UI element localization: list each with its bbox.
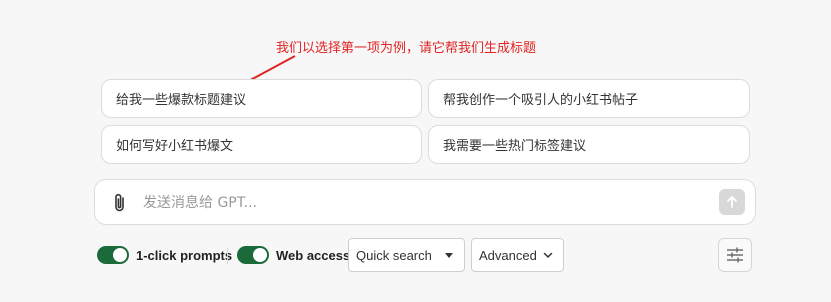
- caret-down-icon: [445, 253, 453, 258]
- search-mode-select[interactable]: Quick search: [348, 238, 465, 272]
- send-button[interactable]: [719, 189, 745, 215]
- paperclip-icon[interactable]: [111, 192, 129, 214]
- suggestion-label: 帮我创作一个吸引人的小红书帖子: [443, 93, 639, 108]
- suggestion-card[interactable]: 给我一些爆款标题建议: [101, 79, 422, 118]
- advanced-select[interactable]: Advanced: [471, 238, 564, 272]
- suggestion-label: 我需要一些热门标签建议: [443, 139, 587, 154]
- web-access-toggle[interactable]: [237, 246, 269, 264]
- composer-toolbar: 1-click prompts Web access Quick search …: [97, 238, 757, 272]
- one-click-prompts-toggle-group[interactable]: 1-click prompts: [97, 238, 232, 272]
- arrow-up-icon: [727, 196, 737, 208]
- one-click-prompts-label: 1-click prompts: [136, 247, 233, 263]
- web-access-label: Web access: [276, 247, 351, 263]
- suggestion-label: 给我一些爆款标题建议: [116, 93, 247, 108]
- suggestion-card[interactable]: 我需要一些热门标签建议: [428, 125, 750, 164]
- annotation-text: 我们以选择第一项为例，请它帮我们生成标题: [276, 41, 537, 56]
- one-click-prompts-toggle[interactable]: [97, 246, 129, 264]
- message-input[interactable]: [141, 190, 705, 216]
- message-composer: [94, 179, 756, 225]
- sliders-icon: [727, 247, 743, 263]
- advanced-value: Advanced: [479, 247, 537, 263]
- toolbar-divider: [227, 248, 228, 264]
- settings-button[interactable]: [718, 238, 752, 272]
- chevron-down-icon: [543, 252, 553, 259]
- search-mode-value: Quick search: [356, 247, 432, 263]
- web-access-toggle-group[interactable]: Web access: [237, 238, 350, 272]
- suggestion-label: 如何写好小红书爆文: [116, 139, 234, 154]
- suggestion-card[interactable]: 帮我创作一个吸引人的小红书帖子: [428, 79, 750, 118]
- suggestion-card[interactable]: 如何写好小红书爆文: [101, 125, 422, 164]
